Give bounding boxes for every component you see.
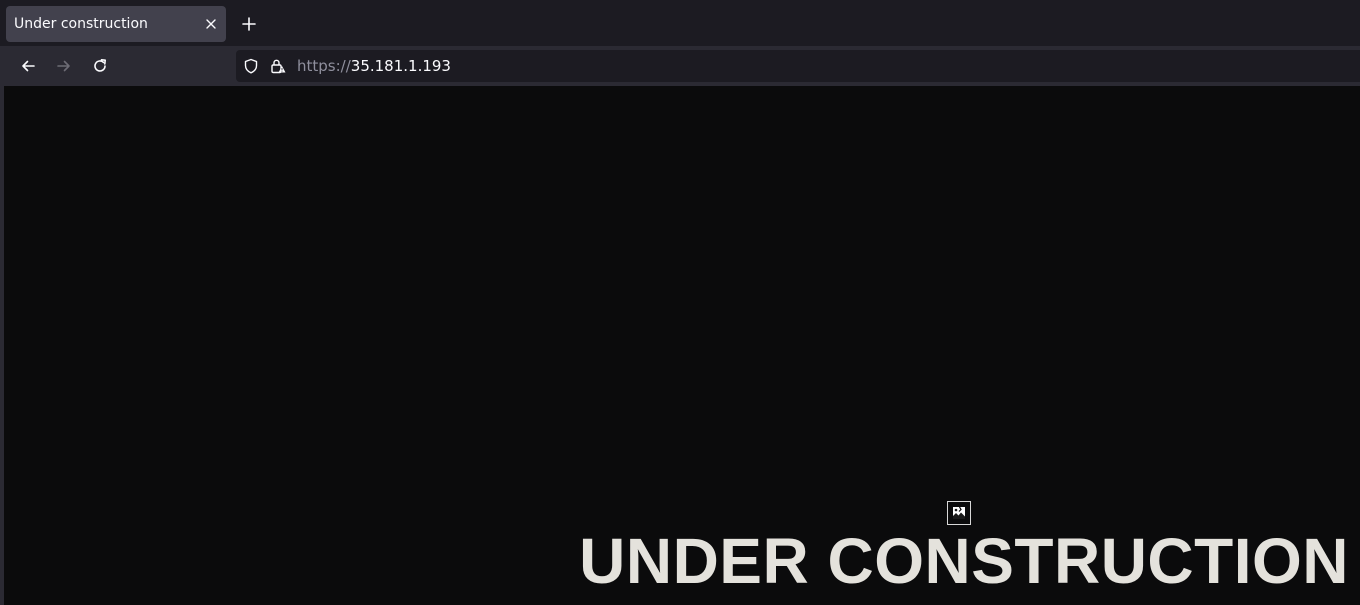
lock-warning-icon[interactable] <box>270 58 286 74</box>
forward-arrow-icon[interactable] <box>52 54 76 78</box>
close-icon[interactable] <box>202 15 220 33</box>
navigation-toolbar: https://35.181.1.193 <box>0 46 1360 86</box>
url-text[interactable]: https://35.181.1.193 <box>297 50 451 82</box>
under-construction-headline: UNDER CONSTRUCTION <box>579 525 1349 597</box>
broken-image-icon <box>947 501 971 525</box>
tab-under-construction[interactable]: Under construction <box>6 6 226 42</box>
url-scheme: https:// <box>297 57 351 75</box>
page-content: UNDER CONSTRUCTION <box>4 86 1360 605</box>
shield-icon[interactable] <box>243 58 259 74</box>
url-host: 35.181.1.193 <box>350 57 451 75</box>
url-bar[interactable]: https://35.181.1.193 <box>236 50 1360 82</box>
plus-icon[interactable] <box>238 13 260 35</box>
back-arrow-icon[interactable] <box>16 54 40 78</box>
tab-title: Under construction <box>14 16 148 32</box>
tab-bar: Under construction <box>0 0 1360 46</box>
reload-icon[interactable] <box>88 54 112 78</box>
